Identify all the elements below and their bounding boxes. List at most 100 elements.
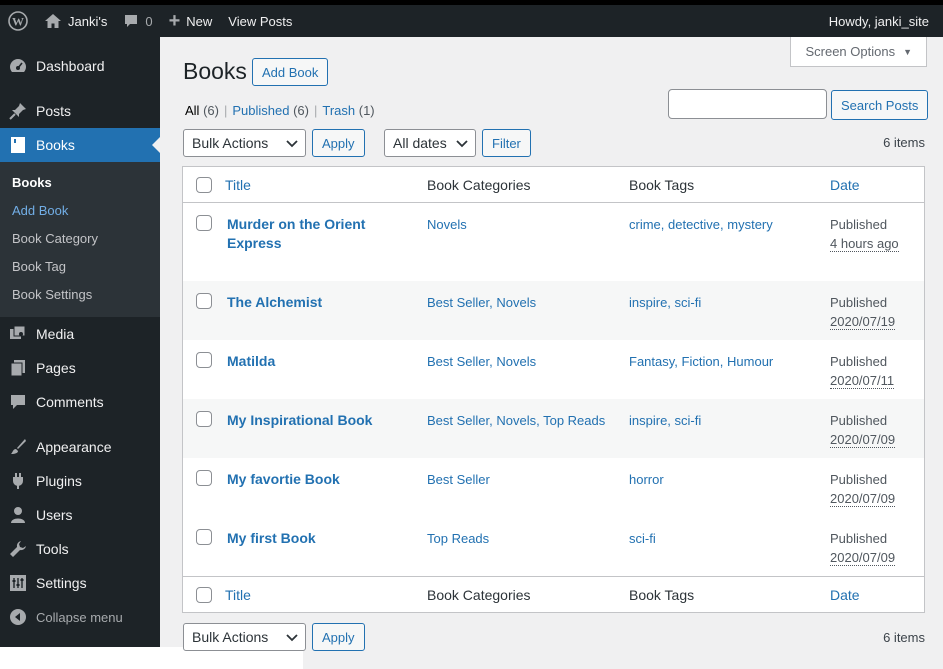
row-checkbox[interactable] bbox=[196, 529, 212, 545]
books-table: Title Book Categories Book Tags Date Mur… bbox=[182, 166, 925, 613]
book-title-link[interactable]: Murder on the Orient Express bbox=[227, 216, 365, 251]
row-checkbox[interactable] bbox=[196, 215, 212, 231]
menu-label: Books bbox=[36, 137, 75, 153]
bulk-actions-select[interactable]: Bulk Actions bbox=[183, 129, 306, 157]
submenu-book-category[interactable]: Book Category bbox=[0, 225, 160, 253]
book-categories[interactable]: Best Seller bbox=[427, 472, 490, 487]
view-all[interactable]: All (6) bbox=[185, 103, 219, 118]
book-categories[interactable]: Top Reads bbox=[427, 531, 489, 546]
search-posts-button[interactable]: Search Posts bbox=[831, 90, 929, 120]
submenu-books[interactable]: Books bbox=[0, 169, 160, 197]
status-views: All (6) | Published (6) | Trash (1) bbox=[185, 103, 375, 118]
bulk-actions-value: Bulk Actions bbox=[192, 629, 269, 645]
filter-button[interactable]: Filter bbox=[482, 129, 531, 157]
svg-text:W: W bbox=[12, 15, 24, 29]
submenu-add-book[interactable]: Add Book bbox=[0, 197, 160, 225]
screen-options-label: Screen Options bbox=[805, 44, 896, 59]
menu-plugins[interactable]: Plugins bbox=[0, 464, 160, 498]
site-name-link[interactable]: Janki's bbox=[36, 5, 115, 37]
menu-pages[interactable]: Pages bbox=[0, 351, 160, 385]
menu-settings[interactable]: Settings bbox=[0, 566, 160, 600]
column-date-sort[interactable]: Date bbox=[830, 177, 860, 193]
column-date-sort-bottom[interactable]: Date bbox=[830, 587, 860, 603]
view-posts-link[interactable]: View Posts bbox=[220, 5, 300, 37]
book-tags[interactable]: sci-fi bbox=[629, 531, 656, 546]
user-account-link[interactable]: Howdy, janki_site bbox=[821, 5, 943, 37]
book-title-link[interactable]: My Inspirational Book bbox=[227, 412, 372, 428]
collapse-arrow-icon bbox=[8, 607, 28, 627]
date-filter-value: All dates bbox=[393, 135, 447, 151]
book-title-link[interactable]: The Alchemist bbox=[227, 294, 322, 310]
book-title-link[interactable]: My first Book bbox=[227, 530, 316, 546]
book-tags[interactable]: crime, detective, mystery bbox=[629, 217, 773, 232]
chevron-down-icon bbox=[455, 136, 469, 150]
submenu-book-settings[interactable]: Book Settings bbox=[0, 281, 160, 309]
column-title-sort[interactable]: Title bbox=[225, 177, 251, 193]
table-row: My favortie Book Best Seller horror Publ… bbox=[183, 458, 924, 517]
column-title-sort-bottom[interactable]: Title bbox=[225, 587, 251, 603]
view-trash[interactable]: Trash (1) bbox=[322, 103, 374, 118]
column-categories: Book Categories bbox=[427, 176, 531, 193]
books-submenu: Books Add Book Book Category Book Tag Bo… bbox=[0, 162, 160, 317]
row-checkbox[interactable] bbox=[196, 470, 212, 486]
comments-link[interactable]: 0 bbox=[115, 5, 160, 37]
screen-options-button[interactable]: Screen Options ▼ bbox=[790, 37, 927, 67]
book-categories[interactable]: Novels bbox=[427, 217, 467, 232]
menu-posts[interactable]: Posts bbox=[0, 94, 160, 128]
view-published[interactable]: Published (6) bbox=[232, 103, 309, 118]
menu-books[interactable]: Books bbox=[0, 128, 160, 162]
book-categories[interactable]: Best Seller, Novels, Top Reads bbox=[427, 413, 605, 428]
menu-label: Plugins bbox=[36, 473, 82, 489]
menu-label: Pages bbox=[36, 360, 76, 376]
home-icon bbox=[44, 13, 62, 29]
new-label: New bbox=[186, 13, 213, 29]
page-title: Books bbox=[183, 58, 247, 84]
collapse-menu-button[interactable]: Collapse menu bbox=[0, 600, 160, 634]
post-status: Published bbox=[830, 354, 888, 369]
menu-label: Settings bbox=[36, 575, 87, 591]
menu-label: Posts bbox=[36, 103, 72, 119]
table-row: Matilda Best Seller, Novels Fantasy, Fic… bbox=[183, 340, 924, 399]
select-all-checkbox[interactable] bbox=[196, 176, 212, 193]
search-input[interactable] bbox=[668, 89, 827, 119]
table-row: My Inspirational Book Best Seller, Novel… bbox=[183, 399, 924, 458]
menu-label: Tools bbox=[36, 541, 69, 557]
book-tags[interactable]: Fantasy, Fiction, Humour bbox=[629, 354, 773, 369]
row-checkbox[interactable] bbox=[196, 293, 212, 309]
pushpin-icon bbox=[8, 101, 28, 121]
post-date: 2020/07/09 bbox=[830, 550, 896, 566]
wordpress-logo-icon[interactable]: W bbox=[0, 5, 36, 37]
menu-label: Media bbox=[36, 326, 75, 342]
book-categories[interactable]: Best Seller, Novels bbox=[427, 295, 536, 310]
date-filter-select[interactable]: All dates bbox=[384, 129, 476, 157]
book-categories[interactable]: Best Seller, Novels bbox=[427, 354, 536, 369]
book-tags[interactable]: inspire, sci-fi bbox=[629, 295, 701, 310]
select-all-checkbox-bottom[interactable] bbox=[196, 586, 212, 603]
submenu-book-tag[interactable]: Book Tag bbox=[0, 253, 160, 281]
bulk-actions-select-bottom[interactable]: Bulk Actions bbox=[183, 623, 306, 651]
table-footer: Title Book Categories Book Tags Date bbox=[183, 576, 924, 612]
book-title-link[interactable]: Matilda bbox=[227, 353, 275, 369]
book-page-icon bbox=[8, 135, 28, 155]
menu-comments[interactable]: Comments bbox=[0, 385, 160, 419]
comments-count: 0 bbox=[145, 13, 153, 29]
menu-tools[interactable]: Tools bbox=[0, 532, 160, 566]
apply-button-bottom[interactable]: Apply bbox=[312, 623, 365, 651]
menu-dashboard[interactable]: Dashboard bbox=[0, 49, 160, 83]
add-book-button[interactable]: Add Book bbox=[252, 58, 329, 86]
row-checkbox[interactable] bbox=[196, 411, 212, 427]
menu-label: Appearance bbox=[36, 439, 112, 455]
post-date: 2020/07/19 bbox=[830, 314, 896, 330]
row-checkbox[interactable] bbox=[196, 352, 212, 368]
menu-appearance[interactable]: Appearance bbox=[0, 430, 160, 464]
menu-label: Comments bbox=[36, 394, 104, 410]
menu-media[interactable]: Media bbox=[0, 317, 160, 351]
book-title-link[interactable]: My favortie Book bbox=[227, 471, 340, 487]
comment-bubble-icon bbox=[8, 392, 28, 412]
new-content-link[interactable]: + New bbox=[161, 5, 221, 37]
menu-users[interactable]: Users bbox=[0, 498, 160, 532]
book-tags[interactable]: horror bbox=[629, 472, 664, 487]
apply-button[interactable]: Apply bbox=[312, 129, 365, 157]
book-tags[interactable]: inspire, sci-fi bbox=[629, 413, 701, 428]
column-categories-bottom: Book Categories bbox=[427, 586, 531, 603]
